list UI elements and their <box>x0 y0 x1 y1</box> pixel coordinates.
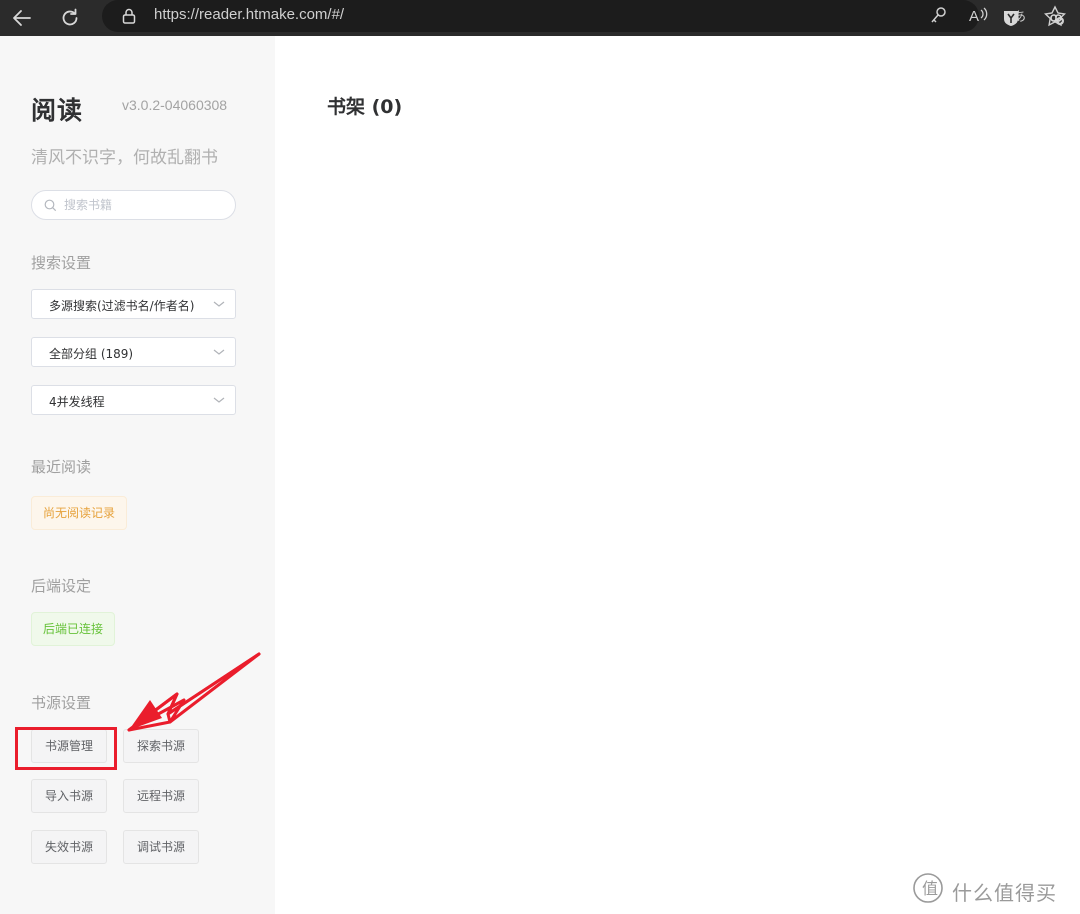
watermark: 值 什么值得买 <box>912 870 1072 906</box>
svg-text:值: 值 <box>922 879 938 898</box>
watermark-text: 什么值得买 <box>952 881 1057 905</box>
svg-text:A: A <box>969 8 979 25</box>
bookshelf-title: 书架 (0) <box>327 96 403 118</box>
import-source-button[interactable]: 导入书源 <box>31 779 107 813</box>
more-button[interactable] <box>1041 3 1071 33</box>
remote-source-button[interactable]: 远程书源 <box>123 779 199 813</box>
watermark-logo-icon: 值 <box>913 873 943 903</box>
shield-extension-icon <box>1004 11 1018 26</box>
debug-source-button[interactable]: 调试书源 <box>123 830 199 864</box>
infinity-icon <box>1050 14 1062 22</box>
key-icon <box>931 7 946 23</box>
extension-button[interactable] <box>996 3 1026 33</box>
read-aloud-icon: A <box>969 7 988 25</box>
invalid-source-button[interactable]: 失效书源 <box>31 830 107 864</box>
annotation-arrow <box>127 652 261 732</box>
